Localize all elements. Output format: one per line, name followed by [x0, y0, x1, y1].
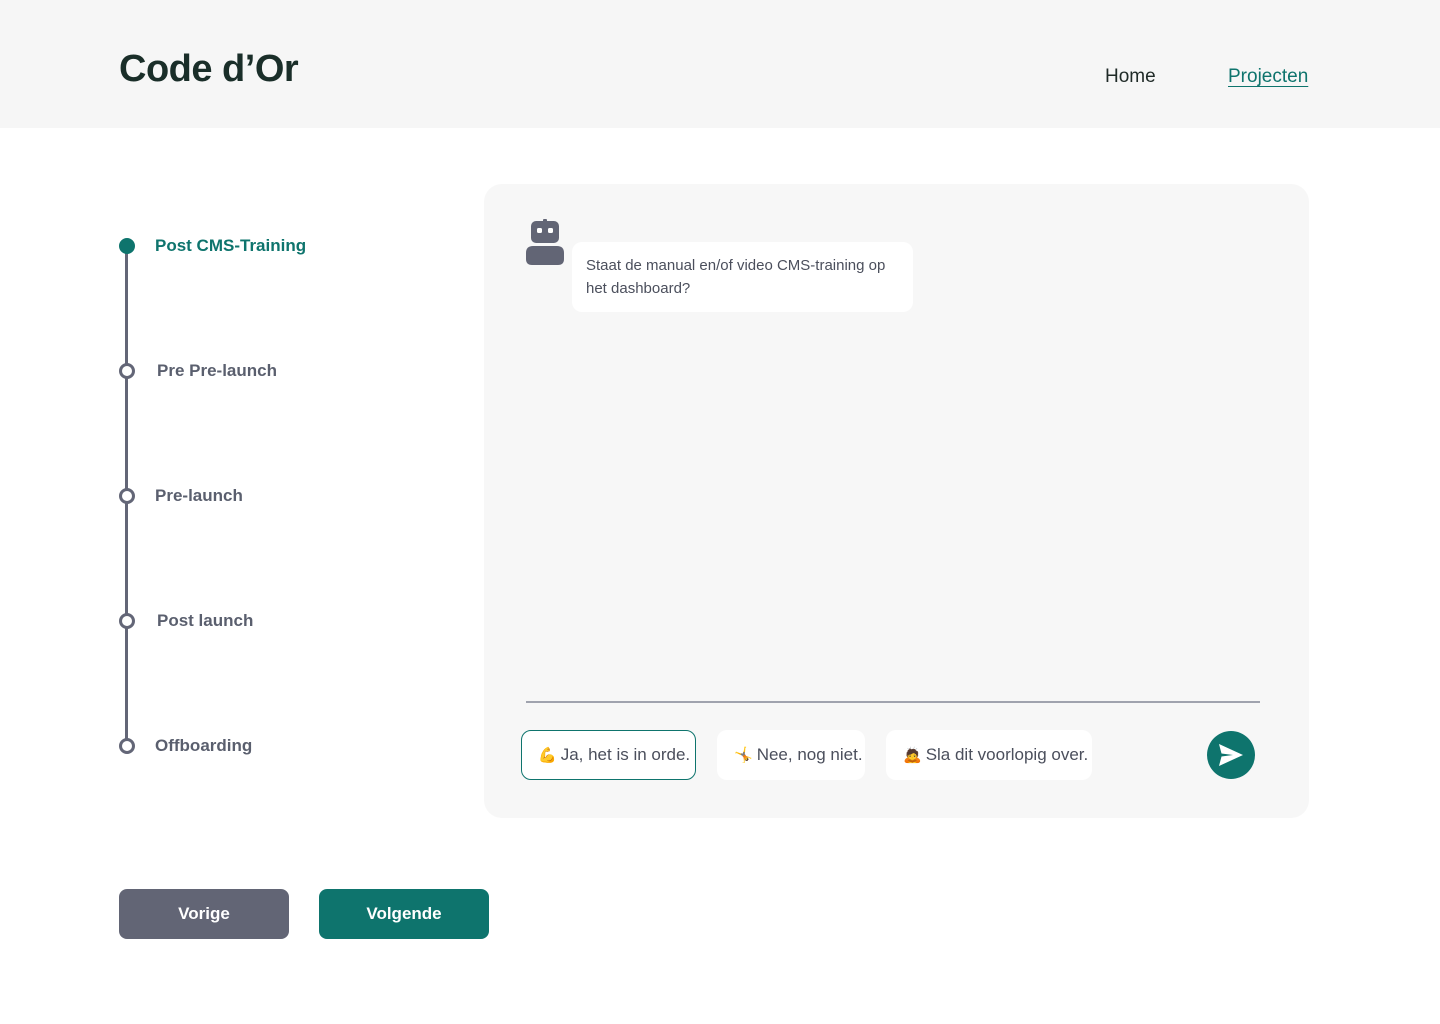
- progress-stepper: Post CMS-Training Pre Pre-launch Pre-lau…: [119, 236, 419, 756]
- step-label: Post CMS-Training: [155, 236, 307, 255]
- step-offboarding[interactable]: Offboarding: [119, 736, 252, 756]
- step-label: Offboarding: [155, 736, 253, 755]
- choice-label: Ja, het is in orde.: [560, 745, 691, 764]
- flexed-biceps-icon: 💪: [538, 747, 557, 764]
- logo: Code d’Or: [119, 48, 299, 90]
- step-post-launch[interactable]: Post launch: [119, 611, 253, 631]
- step-label: Post launch: [157, 611, 254, 630]
- send-button[interactable]: [1207, 731, 1255, 779]
- choice-label: Nee, nog niet.: [756, 745, 863, 764]
- site-header: Code d’Or Home Projecten: [0, 0, 1440, 128]
- nav-home-link[interactable]: Home: [1105, 66, 1156, 88]
- step-pre-launch[interactable]: Pre-launch: [119, 486, 243, 506]
- step-label: Pre Pre-launch: [157, 361, 277, 380]
- next-button[interactable]: Volgende: [319, 889, 489, 939]
- chat-panel: Staat de manual en/of video CMS-training…: [484, 184, 1309, 818]
- step-post-cms-training[interactable]: Post CMS-Training: [119, 236, 306, 256]
- choice-no-button[interactable]: 🤸 Nee, nog niet.: [717, 730, 865, 780]
- bot-message-bubble: Staat de manual en/of video CMS-training…: [572, 242, 913, 312]
- cartwheel-icon: 🤸: [734, 747, 753, 764]
- step-dot-icon: [119, 363, 135, 379]
- robot-icon: [526, 219, 564, 267]
- previous-button[interactable]: Vorige: [119, 889, 289, 939]
- step-pre-pre-launch[interactable]: Pre Pre-launch: [119, 361, 277, 381]
- nav-projects-link[interactable]: Projecten: [1228, 66, 1308, 88]
- choice-skip-button[interactable]: 🙇 Sla dit voorlopig over.: [886, 730, 1092, 780]
- step-dot-icon: [119, 738, 135, 754]
- bowing-person-icon: 🙇: [903, 747, 922, 764]
- send-icon: [1219, 744, 1243, 766]
- step-label: Pre-launch: [155, 486, 243, 505]
- chat-divider: [526, 701, 1260, 703]
- step-dot-icon: [119, 613, 135, 629]
- choice-label: Sla dit voorlopig over.: [925, 745, 1089, 764]
- step-active-dot-icon: [119, 238, 135, 254]
- choice-yes-button[interactable]: 💪 Ja, het is in orde.: [521, 730, 696, 780]
- step-dot-icon: [119, 488, 135, 504]
